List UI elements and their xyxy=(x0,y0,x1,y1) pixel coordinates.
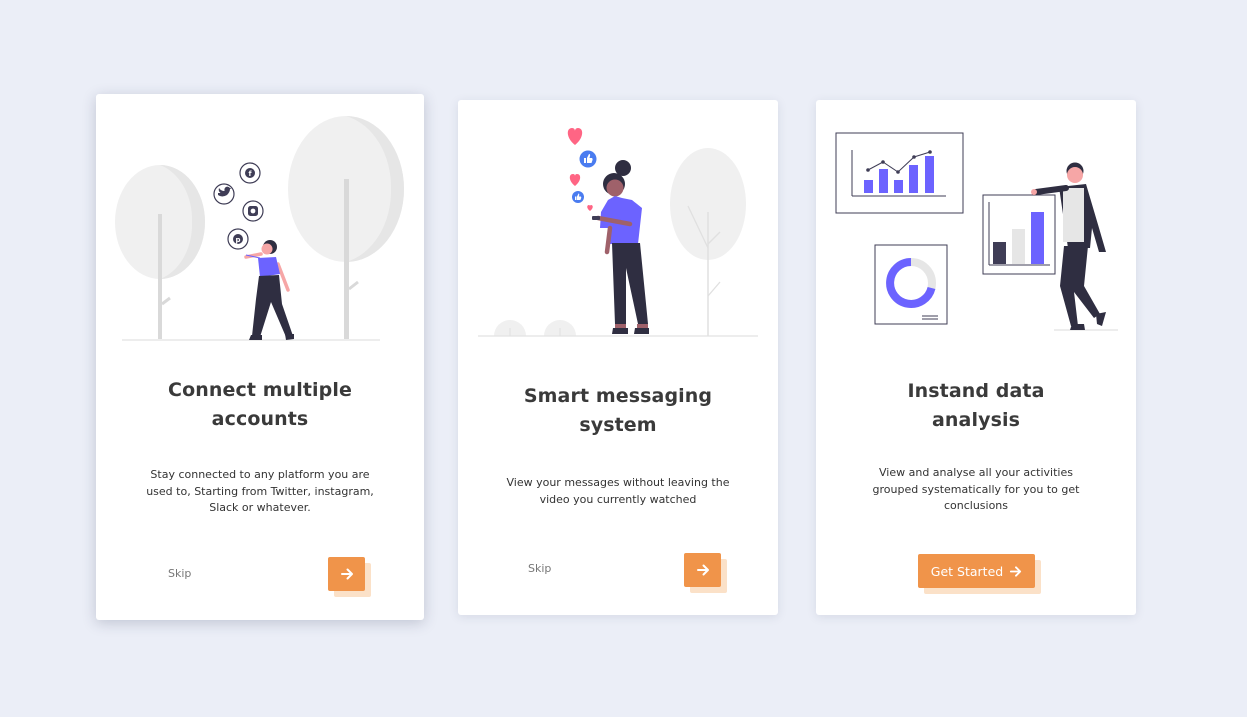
card-description: View your messages without leaving the v… xyxy=(506,476,730,506)
onboarding-card-connect: f p Connect multiple accounts Stay conne… xyxy=(96,94,424,620)
person-figure xyxy=(244,240,294,340)
heart-icon xyxy=(569,174,581,186)
data-analysis-illustration xyxy=(835,132,1118,331)
get-started-button-group: Get Started xyxy=(918,554,1042,594)
smart-messaging-illustration xyxy=(478,128,758,337)
skip-link[interactable]: Skip xyxy=(528,562,551,575)
thumbs-up-icon xyxy=(579,150,597,168)
arrow-right-icon xyxy=(696,564,709,576)
card-title-line: analysis xyxy=(932,409,1020,431)
thumbs-up-icon xyxy=(572,191,584,203)
card-title: Connect multiple accounts xyxy=(96,376,424,434)
get-started-button[interactable]: Get Started xyxy=(918,554,1035,588)
arrow-right-icon xyxy=(1010,565,1022,577)
card-title-line: Connect multiple xyxy=(168,379,352,401)
next-button[interactable] xyxy=(328,557,365,591)
get-started-label: Get Started xyxy=(930,563,1004,579)
card-title: Smart messaging system xyxy=(458,382,778,440)
connect-accounts-illustration: f p xyxy=(115,116,404,341)
arrow-right-icon xyxy=(340,568,353,580)
instagram-icon xyxy=(242,200,264,222)
card-description: View and analyse all your activities gro… xyxy=(872,466,1080,512)
card-title: Instand data analysis xyxy=(816,377,1136,435)
card-description: Stay connected to any platform you are u… xyxy=(146,468,374,514)
card-title-line: Instand data xyxy=(907,380,1045,402)
pinterest-icon: p xyxy=(227,228,249,250)
onboarding-card-messaging: Smart messaging system View your message… xyxy=(458,100,778,615)
card-title-line: accounts xyxy=(211,408,309,430)
next-button-group xyxy=(684,553,728,593)
next-button-group xyxy=(328,557,372,597)
person-figure xyxy=(592,160,649,334)
onboarding-card-analysis: Instand data analysis View and analyse a… xyxy=(816,100,1136,615)
heart-icon xyxy=(567,128,583,145)
skip-link[interactable]: Skip xyxy=(168,567,191,580)
twitter-icon xyxy=(213,183,235,205)
card-title-line: Smart messaging xyxy=(523,385,713,407)
svg-text:p: p xyxy=(235,236,240,244)
card-title-line: system xyxy=(579,414,657,436)
next-button[interactable] xyxy=(684,553,721,587)
heart-icon xyxy=(587,205,593,211)
facebook-icon: f xyxy=(239,162,261,184)
